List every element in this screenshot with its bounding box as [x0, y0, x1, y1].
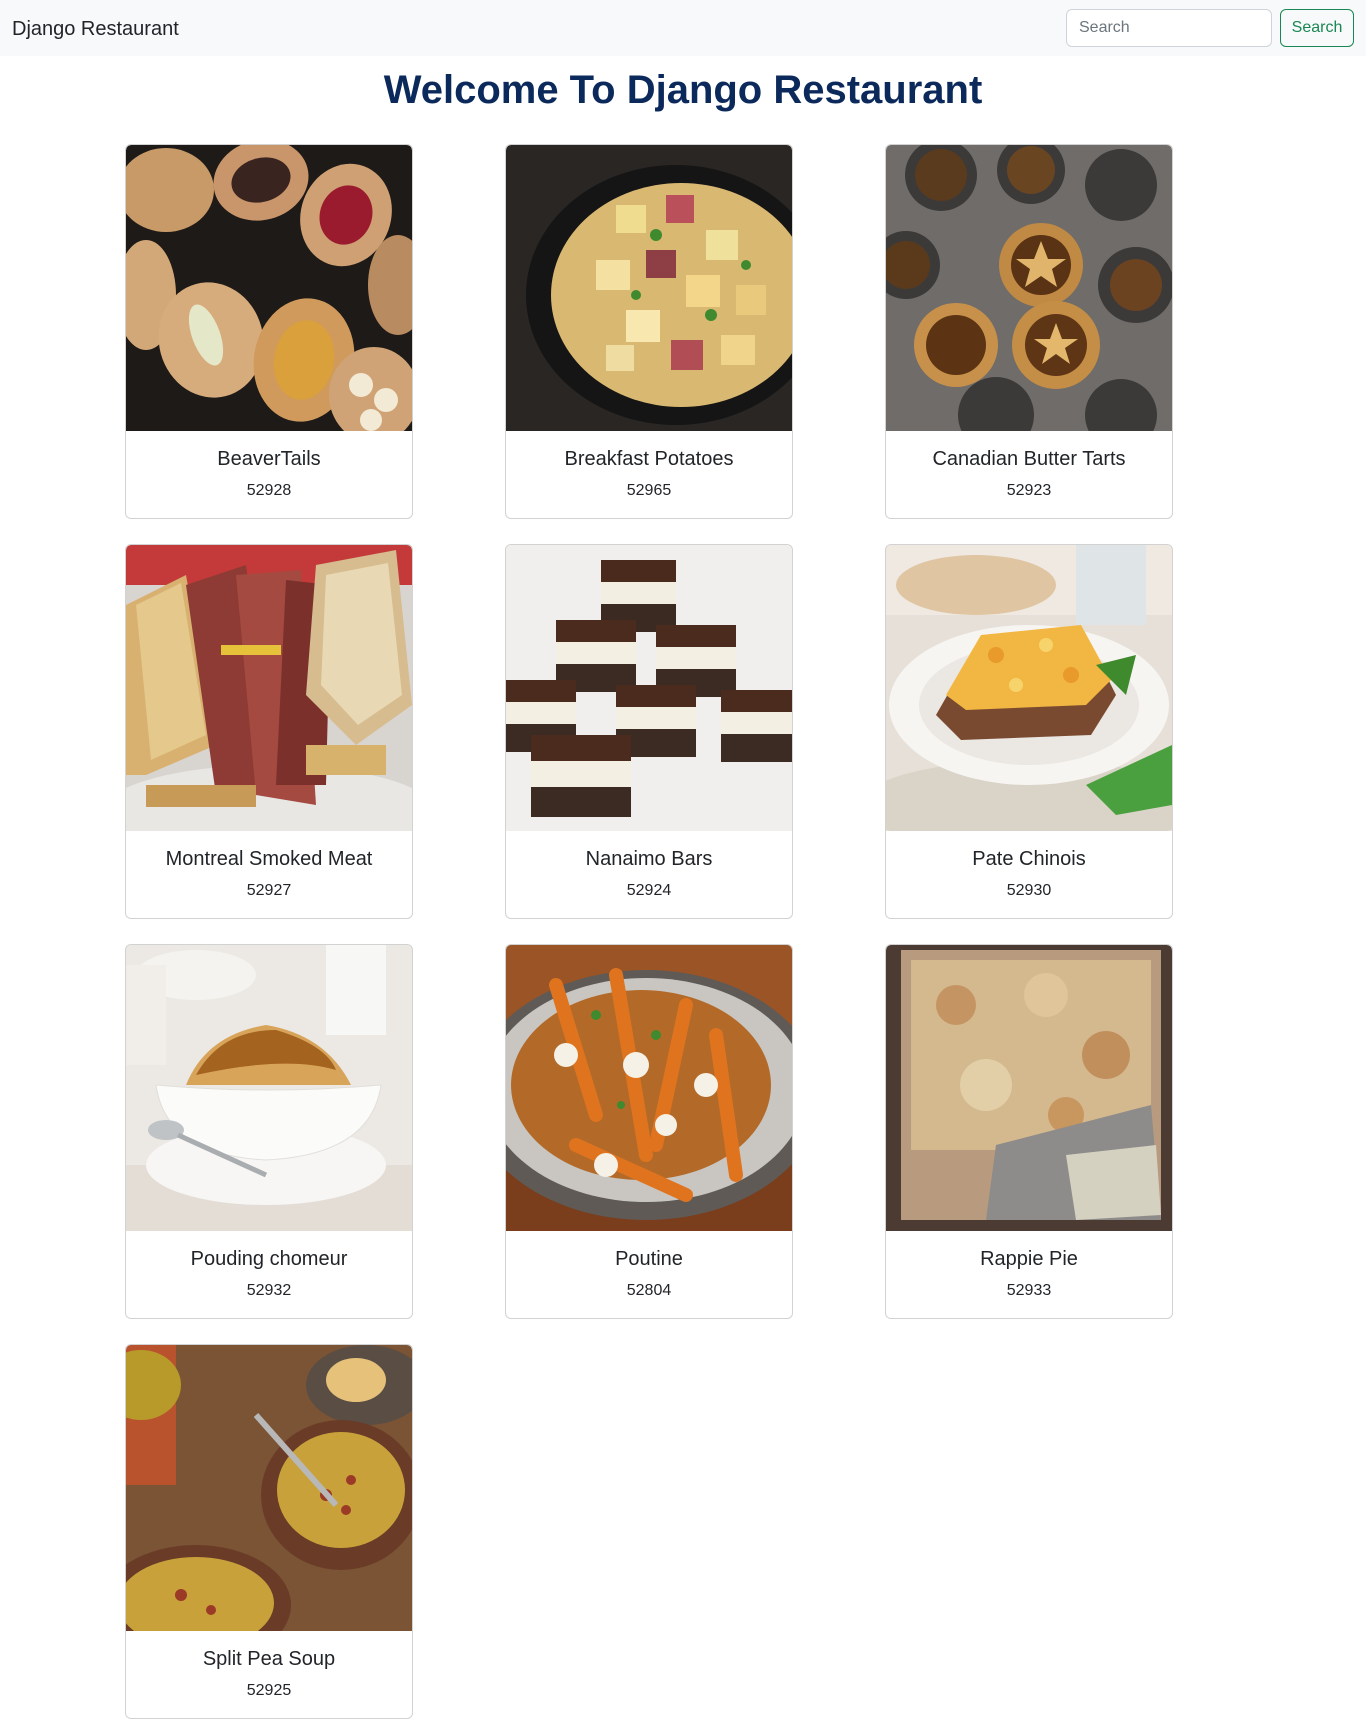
poutine-image [506, 945, 792, 1231]
dish-card[interactable]: Canadian Butter Tarts 52923 [885, 144, 1173, 519]
dish-id: 52927 [246, 882, 292, 899]
dish-id: 52804 [626, 1282, 672, 1299]
smoked-meat-image [126, 545, 412, 831]
card-body: Rappie Pie 52933 [886, 1231, 1172, 1303]
dish-id: 52930 [1006, 882, 1052, 899]
dish-card[interactable]: Montreal Smoked Meat 52927 [125, 544, 413, 919]
card-body: Montreal Smoked Meat 52927 [126, 831, 412, 903]
dish-id: 52932 [246, 1282, 292, 1299]
dish-name: BeaverTails [217, 448, 321, 470]
dish-id: 52925 [246, 1682, 292, 1699]
dish-id: 52965 [626, 482, 672, 499]
search-input[interactable] [1066, 9, 1272, 47]
pate-chinois-image [886, 545, 1172, 831]
dish-name: Rappie Pie [980, 1248, 1078, 1270]
card-body: Poutine 52804 [506, 1231, 792, 1303]
nanaimo-bars-image [506, 545, 792, 831]
rappie-pie-image [886, 945, 1172, 1231]
dish-name: Montreal Smoked Meat [165, 848, 373, 870]
dish-name: Canadian Butter Tarts [932, 448, 1126, 470]
card-body: Split Pea Soup 52925 [126, 1631, 412, 1703]
dish-id: 52933 [1006, 1282, 1052, 1299]
dish-name: Pouding chomeur [190, 1248, 348, 1270]
breakfast-potatoes-image [506, 145, 792, 431]
dish-card[interactable]: Nanaimo Bars 52924 [505, 544, 793, 919]
beavertails-image [126, 145, 412, 431]
card-body: Canadian Butter Tarts 52923 [886, 431, 1172, 503]
pouding-chomeur-image [126, 945, 412, 1231]
navbar: Django Restaurant Search [0, 0, 1366, 56]
card-body: BeaverTails 52928 [126, 431, 412, 503]
dish-card[interactable]: Breakfast Potatoes 52965 [505, 144, 793, 519]
dish-name: Poutine [615, 1248, 683, 1270]
card-body: Pate Chinois 52930 [886, 831, 1172, 903]
navbar-brand[interactable]: Django Restaurant [12, 17, 179, 41]
dish-grid: BeaverTails 52928 Breakfast Potatoes 529… [125, 144, 1175, 1719]
page-title: Welcome To Django Restaurant [383, 68, 983, 112]
dish-id: 52923 [1006, 482, 1052, 499]
dish-card[interactable]: Pouding chomeur 52932 [125, 944, 413, 1319]
dish-name: Split Pea Soup [202, 1648, 336, 1670]
dish-name: Breakfast Potatoes [564, 448, 734, 470]
dish-id: 52928 [246, 482, 292, 499]
dish-card[interactable]: Rappie Pie 52933 [885, 944, 1173, 1319]
butter-tarts-image [886, 145, 1172, 431]
dish-id: 52924 [626, 882, 672, 899]
dish-card[interactable]: Split Pea Soup 52925 [125, 1344, 413, 1719]
dish-card[interactable]: BeaverTails 52928 [125, 144, 413, 519]
dish-card[interactable]: Pate Chinois 52930 [885, 544, 1173, 919]
dish-name: Pate Chinois [972, 848, 1086, 870]
dish-name: Nanaimo Bars [585, 848, 713, 870]
search-button[interactable]: Search [1280, 9, 1354, 47]
card-body: Pouding chomeur 52932 [126, 1231, 412, 1303]
split-pea-soup-image [126, 1345, 412, 1631]
dish-card[interactable]: Poutine 52804 [505, 944, 793, 1319]
card-body: Breakfast Potatoes 52965 [506, 431, 792, 503]
card-body: Nanaimo Bars 52924 [506, 831, 792, 903]
